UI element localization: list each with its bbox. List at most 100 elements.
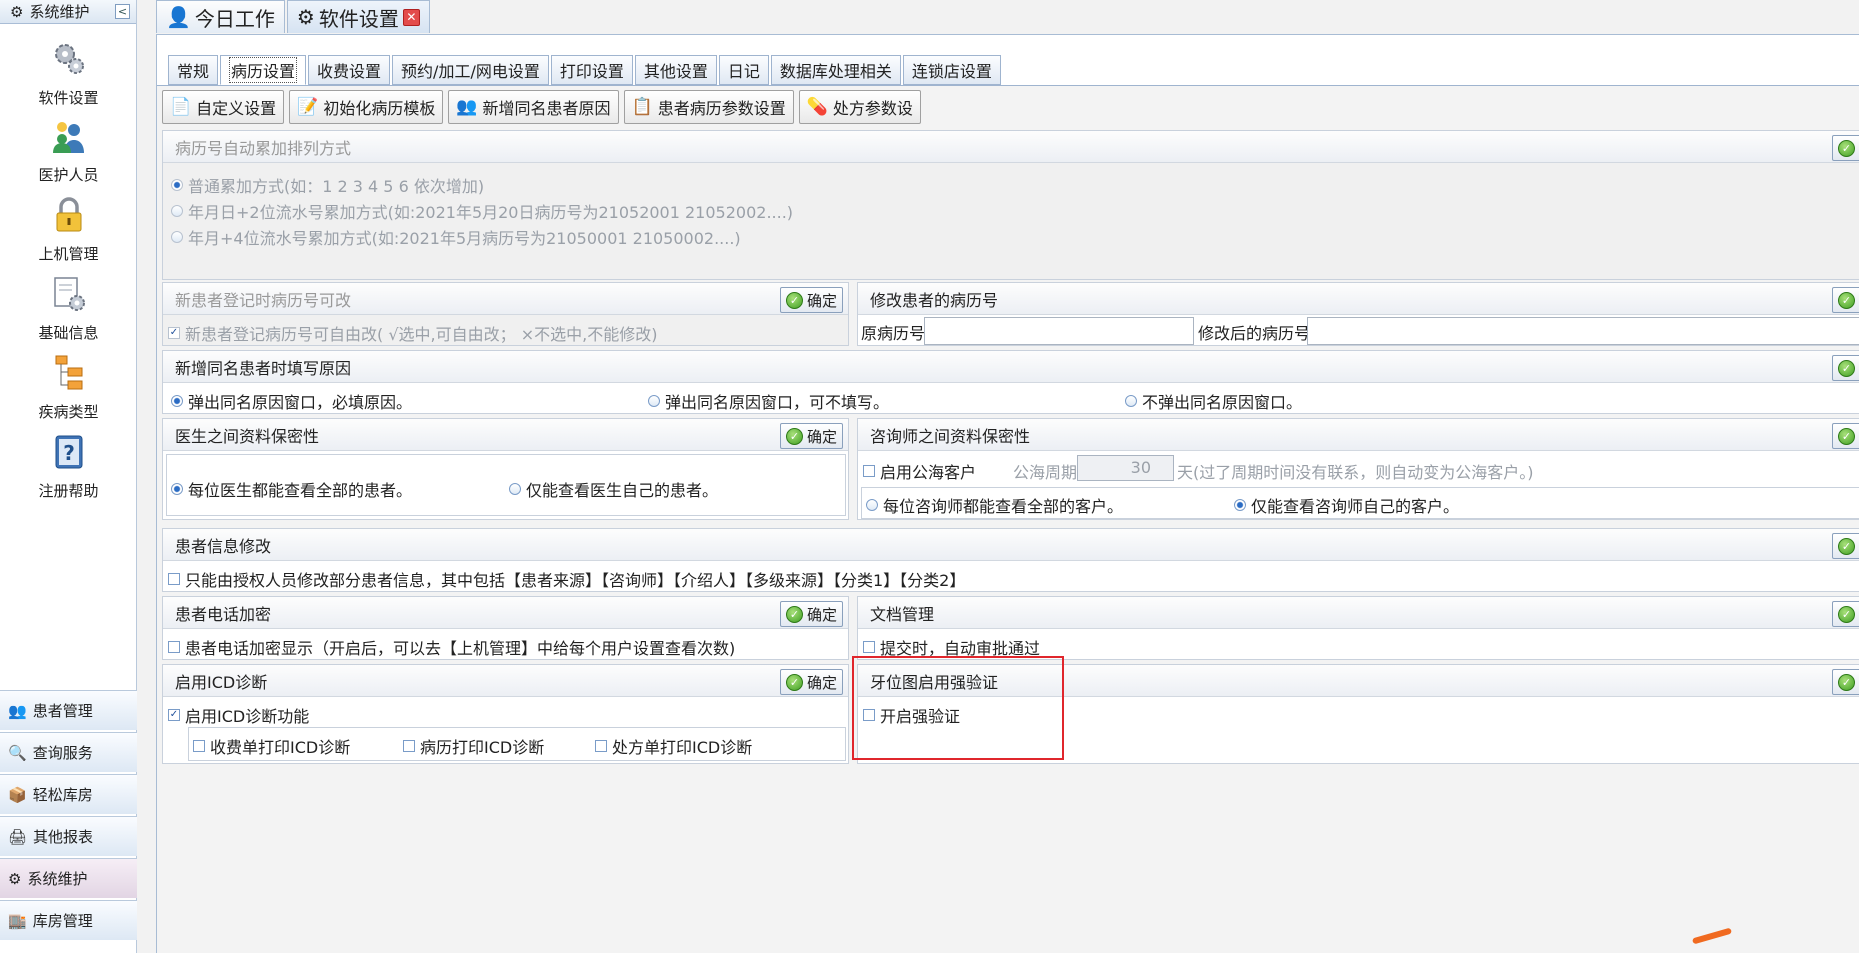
confirm-button[interactable]: ✓确 [1831,669,1859,695]
accordion-other-reports[interactable]: 🖨 其他报表 [0,816,137,856]
radio-ym-serial[interactable]: 年月+4位流水号累加方式(如:2021年5月病历号为21050001 21050… [171,225,741,249]
checkbox-strong-validation[interactable]: 开启强验证 [863,703,960,727]
checkbox-charge-print-icd[interactable]: 收费单打印ICD诊断 [193,734,350,758]
collapse-button[interactable]: < [115,4,130,19]
sidebar-header: ⚙ 系统维护 < [0,0,136,24]
sidebar-item-label: 疾病类型 [38,403,99,421]
checkbox-auto-approve[interactable]: 提交时，自动审批通过 [863,635,1040,659]
subtab-label: 日记 [727,62,760,81]
subtab-diary[interactable]: 日记 [718,55,769,85]
confirm-button[interactable]: ✓ 确定 [779,287,843,313]
group-title: 患者电话加密 [175,604,272,624]
radio-popup-optional[interactable]: 弹出同名原因窗口，可不填写。 [648,389,889,413]
radio-consultant-view-all[interactable]: 每位咨询师都能查看全部的客户。 [866,493,1123,517]
option-label: 弹出同名原因窗口，可不填写。 [665,393,890,412]
confirm-button[interactable]: ✓确 [1831,533,1859,559]
subtab-database[interactable]: 数据库处理相关 [770,55,901,85]
subtab-chain-stores[interactable]: 连锁店设置 [902,55,1001,85]
doctor-privacy-group: 医生之间资料保密性 ✓ 确定 每位医生都能查看全部的患者。 仅能查看医生自己的患者… [162,418,849,520]
radio-doctor-view-own[interactable]: 仅能查看医生自己的患者。 [509,477,718,501]
checkbox-phone-encrypt[interactable]: 患者电话加密显示（开启后，可以去【上机管理】中给每个用户设置查看次数) [168,635,735,659]
subtab-appointments[interactable]: 预约/加工/网电设置 [392,55,549,85]
accordion-query-service[interactable]: 🔍 查询服务 [0,732,137,772]
check-icon: ✓ [1837,605,1855,623]
option-label: 每位医生都能查看全部的患者。 [188,481,413,500]
public-period-stepper[interactable]: 30 [1077,455,1174,481]
custom-settings-button[interactable]: 📄 自定义设置 [162,90,285,124]
checkbox-record-editable[interactable]: ✓ 新患者登记病历号可自由改( √选中,可自由改； ×不选中,不能修改) [168,321,657,345]
radio-icon [1234,499,1246,511]
public-period-note: 天(过了周期时间没有联系，则自动变为公海客户。) [1177,463,1534,482]
tab-software-settings[interactable]: ⚙ 软件设置 ✕ [286,0,430,33]
check-icon: ✓ [1837,537,1855,555]
confirm-button[interactable]: ✓确 [1831,601,1859,627]
checkbox-icon [863,465,875,477]
subtab-medical-record[interactable]: 病历设置 [220,55,307,85]
sidebar-item-registration-help[interactable]: ? 注册帮助 [0,433,137,501]
subtab-label: 数据库处理相关 [779,62,892,81]
radio-doctor-view-all[interactable]: 每位医生都能查看全部的患者。 [171,477,412,501]
tooth-map-validation-group: 牙位图启用强验证 ✓确 开启强验证 [857,664,1859,764]
init-template-button[interactable]: 📝 初始化病历模板 [289,90,444,124]
record-number-group: 病历号自动累加排列方式 ✓确 普通累加方式(如：1 2 3 4 5 6 依次增加… [162,130,1859,280]
subtab-label: 预约/加工/网电设置 [401,62,540,81]
radio-consultant-view-own[interactable]: 仅能查看咨询师自己的客户。 [1234,493,1459,517]
check-icon: ✓ [785,673,803,691]
sidebar-item-software-settings[interactable]: 软件设置 [0,40,137,108]
tab-today-work[interactable]: 👤 今日工作 [156,0,285,33]
sidebar-item-disease-types[interactable]: 疾病类型 [0,354,137,422]
help-icon: ? [55,435,82,469]
box-icon: 📦 [8,785,27,804]
checkbox-authorized-edit[interactable]: 只能由授权人员修改部分患者信息，其中包括【患者来源】【咨询师】【介绍人】【多级来… [168,567,965,591]
document-management-group: 文档管理 ✓确 提交时，自动审批通过 [857,596,1859,660]
close-icon[interactable]: ✕ [402,8,420,26]
new-record-input[interactable] [1307,317,1859,345]
accordion-easy-storage[interactable]: 📦 轻松库房 [0,774,137,814]
subtab-printing[interactable]: 打印设置 [550,55,633,85]
checkbox-icon [595,740,607,752]
original-record-input[interactable] [924,317,1194,345]
gears-icon: ⚙ [8,869,22,888]
main-area: 👤 今日工作 ⚙ 软件设置 ✕ 常规 病历设置 收费设置 预约/加工/网电设置 打印设… [144,0,1859,953]
record-params-button[interactable]: 📋 患者病历参数设置 [623,90,794,124]
accordion-system-maintenance[interactable]: ⚙ 系统维护 [0,858,137,898]
radio-no-popup[interactable]: 不弹出同名原因窗口。 [1125,389,1302,413]
checkbox-enable-public-pool[interactable]: 启用公海客户 [863,459,976,483]
accordion-warehouse-management[interactable]: 🏬 库房管理 [0,900,137,940]
sidebar-item-basic-info[interactable]: 基础信息 [0,275,137,343]
radio-normal-increment[interactable]: 普通累加方式(如：1 2 3 4 5 6 依次增加) [171,173,484,197]
sidebar-item-medical-staff[interactable]: 医护人员 [0,117,137,185]
confirm-button[interactable]: ✓ 确定 [779,669,843,695]
sidebar-item-machine-management[interactable]: 上机管理 [0,196,137,264]
subtab-general[interactable]: 常规 [168,55,219,85]
document-tabs: 👤 今日工作 ⚙ 软件设置 ✕ [156,0,430,34]
confirm-button[interactable]: ✓确 [1831,135,1859,161]
option-label: 提交时，自动审批通过 [880,639,1041,658]
radio-ymd-serial[interactable]: 年月日+2位流水号累加方式(如:2021年5月20日病历号为21052001 2… [171,199,793,223]
accordion-patient-management[interactable]: 👥 患者管理 [0,690,137,730]
accordion-label: 系统维护 [27,870,88,888]
radio-popup-required[interactable]: 弹出同名原因窗口，必填原因。 [171,389,412,413]
checkbox-enable-icd[interactable]: ✓ 启用ICD诊断功能 [168,703,309,727]
subtab-label: 病历设置 [229,57,298,83]
checkbox-prescription-print-icd[interactable]: 处方单打印ICD诊断 [595,734,752,758]
confirm-button[interactable]: ✓ 确定 [779,601,843,627]
group-title: 咨询师之间资料保密性 [870,426,1031,446]
accordion-label: 库房管理 [32,912,93,930]
save-button[interactable]: ✓保 [1831,355,1859,381]
option-label: 病历打印ICD诊断 [420,738,545,757]
same-name-reason-button[interactable]: 👥 新增同名患者原因 [448,90,619,124]
checkbox-record-print-icd[interactable]: 病历打印ICD诊断 [403,734,544,758]
prescription-params-button[interactable]: 💊 处方参数设 [798,90,921,124]
sidebar-item-label: 基础信息 [38,324,99,342]
pill-icon: 💊 [806,97,828,117]
button-label: 确定 [806,605,837,624]
confirm-button[interactable]: ✓ 确定 [779,423,843,449]
checkbox-icon [168,573,180,585]
subtab-other[interactable]: 其他设置 [634,55,717,85]
check-icon: ✓ [1837,291,1855,309]
option-label: 年月+4位流水号累加方式(如:2021年5月病历号为21050001 21050… [188,229,741,248]
save-button[interactable]: ✓保 [1831,287,1859,313]
subtab-charges[interactable]: 收费设置 [308,55,391,85]
confirm-button[interactable]: ✓确 [1831,423,1859,449]
